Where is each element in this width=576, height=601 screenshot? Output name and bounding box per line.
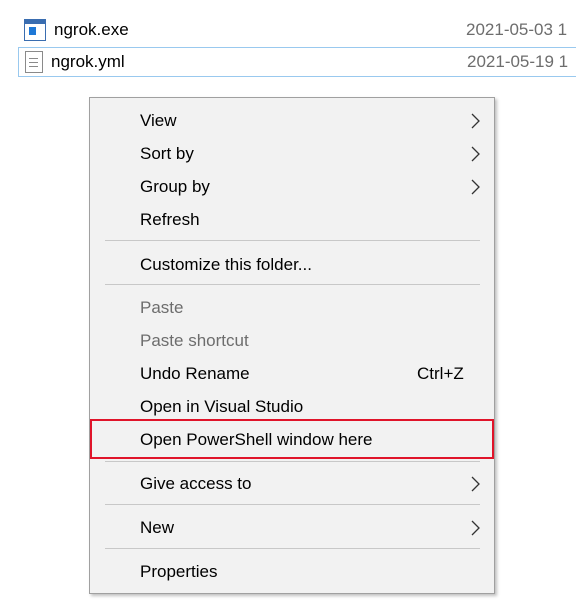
- menu-item-customize-folder[interactable]: Customize this folder...: [90, 248, 494, 281]
- menu-item-label: Sort by: [140, 143, 194, 163]
- menu-item-paste-shortcut: Paste shortcut: [90, 324, 494, 357]
- menu-item-label: Refresh: [140, 209, 200, 229]
- menu-item-paste: Paste: [90, 291, 494, 324]
- file-row-ngrok-exe[interactable]: ngrok.exe 2021-05-03 1: [18, 15, 576, 45]
- chevron-right-icon: [471, 476, 480, 492]
- menu-item-label: New: [140, 517, 175, 537]
- menu-separator: [105, 284, 480, 285]
- file-row-ngrok-yml[interactable]: ngrok.yml 2021-05-19 1: [18, 47, 576, 77]
- menu-item-refresh[interactable]: Refresh: [90, 203, 494, 236]
- chevron-right-icon: [471, 113, 480, 129]
- menu-separator: [105, 461, 480, 462]
- menu-item-label: Undo Rename: [140, 363, 250, 383]
- menu-item-group-by[interactable]: Group by: [90, 170, 494, 203]
- chevron-right-icon: [471, 146, 480, 162]
- menu-separator: [105, 548, 480, 549]
- file-name: ngrok.yml: [51, 52, 125, 71]
- chevron-right-icon: [471, 520, 480, 536]
- menu-separator: [105, 504, 480, 505]
- menu-item-label: Paste: [140, 297, 184, 317]
- menu-item-shortcut: Ctrl+Z: [417, 363, 464, 383]
- document-file-icon: [25, 51, 43, 73]
- file-date: 2021-05-03 1: [466, 20, 568, 39]
- context-menu: View Sort by Group by Refresh Customize …: [89, 97, 495, 594]
- exe-file-icon: [24, 19, 46, 41]
- menu-item-undo-rename[interactable]: Undo Rename Ctrl+Z: [90, 357, 494, 390]
- chevron-right-icon: [471, 179, 480, 195]
- menu-item-label: Group by: [140, 176, 210, 196]
- menu-item-label: Customize this folder...: [140, 254, 312, 274]
- menu-item-label: Open in Visual Studio: [140, 396, 304, 416]
- menu-item-new[interactable]: New: [90, 511, 494, 544]
- file-date: 2021-05-19 1: [467, 52, 569, 71]
- menu-item-properties[interactable]: Properties: [90, 555, 494, 588]
- menu-item-sort-by[interactable]: Sort by: [90, 137, 494, 170]
- menu-item-label: Paste shortcut: [140, 330, 249, 350]
- menu-item-label: View: [140, 110, 177, 130]
- menu-item-view[interactable]: View: [90, 104, 494, 137]
- menu-item-give-access[interactable]: Give access to: [90, 467, 494, 500]
- highlight-annotation-box: [90, 419, 494, 459]
- file-name: ngrok.exe: [54, 20, 129, 39]
- menu-separator: [105, 240, 480, 241]
- menu-item-label: Properties: [140, 561, 218, 581]
- menu-item-label: Give access to: [140, 473, 252, 493]
